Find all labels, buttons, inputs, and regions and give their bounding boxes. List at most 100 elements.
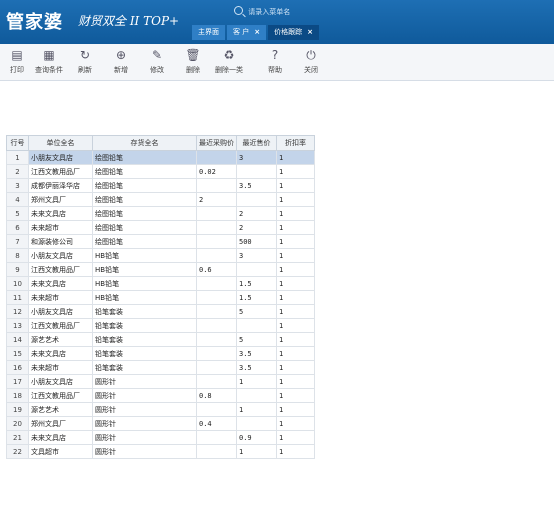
tab-2[interactable]: 价格跟踪 × bbox=[268, 25, 319, 40]
close-icon[interactable]: × bbox=[254, 28, 260, 36]
table-cell[interactable]: HB铅笔 bbox=[92, 248, 197, 263]
table-cell[interactable]: 绘图铅笔 bbox=[92, 220, 197, 235]
table-cell[interactable]: 1 bbox=[276, 234, 315, 249]
table-cell[interactable] bbox=[236, 164, 277, 179]
table-cell[interactable]: 小朋友文具店 bbox=[28, 374, 93, 389]
table-cell[interactable] bbox=[236, 388, 277, 403]
table-cell[interactable] bbox=[196, 206, 237, 221]
table-cell[interactable]: 圆形针 bbox=[92, 374, 197, 389]
table-cell[interactable]: 1 bbox=[276, 388, 315, 403]
table-cell[interactable] bbox=[236, 416, 277, 431]
table-row[interactable]: 8 小朋友文具店 HB铅笔 3 1 bbox=[6, 248, 315, 263]
table-cell[interactable] bbox=[196, 318, 237, 333]
table-cell[interactable] bbox=[196, 234, 237, 249]
table-cell[interactable]: 2 bbox=[196, 192, 237, 207]
table-row[interactable]: 18 江西文教用品厂 圆形针 0.8 1 bbox=[6, 388, 315, 403]
table-cell[interactable]: 小朋友文具店 bbox=[28, 150, 93, 165]
table-cell[interactable]: 1 bbox=[276, 304, 315, 319]
table-cell[interactable]: 圆形针 bbox=[92, 444, 197, 459]
table-cell[interactable] bbox=[196, 276, 237, 291]
table-cell[interactable]: 文具超市 bbox=[28, 444, 93, 459]
table-cell[interactable]: 小朋友文具店 bbox=[28, 248, 93, 263]
table-cell[interactable]: 1 bbox=[276, 290, 315, 305]
table-cell[interactable]: 未来文具店 bbox=[28, 276, 93, 291]
table-cell[interactable]: 铅笔套装 bbox=[92, 318, 197, 333]
table-cell[interactable] bbox=[236, 318, 277, 333]
table-cell[interactable] bbox=[196, 150, 237, 165]
table-cell[interactable]: 1 bbox=[276, 192, 315, 207]
table-cell[interactable]: 1 bbox=[276, 220, 315, 235]
column-header[interactable]: 存货全名 bbox=[92, 135, 197, 151]
toolbar-button-power[interactable]: ⏻ 关闭 bbox=[294, 47, 328, 75]
column-header[interactable]: 最近采购价 bbox=[196, 135, 237, 151]
table-cell[interactable]: 未来文具店 bbox=[28, 206, 93, 221]
table-cell[interactable]: 3.5 bbox=[236, 346, 277, 361]
table-cell[interactable]: 1 bbox=[276, 276, 315, 291]
table-cell[interactable]: 1.5 bbox=[236, 276, 277, 291]
column-header[interactable]: 折扣率 bbox=[276, 135, 315, 151]
table-cell[interactable]: 源艺艺术 bbox=[28, 402, 93, 417]
table-cell[interactable]: 1 bbox=[276, 374, 315, 389]
table-cell[interactable] bbox=[196, 304, 237, 319]
table-cell[interactable]: 铅笔套装 bbox=[92, 332, 197, 347]
table-row[interactable]: 21 未来文具店 圆形针 0.9 1 bbox=[6, 430, 315, 445]
table-row[interactable]: 17 小朋友文具店 圆形针 1 1 bbox=[6, 374, 315, 389]
column-header[interactable]: 单位全名 bbox=[28, 135, 93, 151]
table-cell[interactable]: 圆形针 bbox=[92, 430, 197, 445]
close-icon[interactable]: × bbox=[307, 28, 313, 36]
table-cell[interactable]: 未来超市 bbox=[28, 290, 93, 305]
table-cell[interactable]: 绘图铅笔 bbox=[92, 178, 197, 193]
table-cell[interactable]: 3.5 bbox=[236, 360, 277, 375]
table-cell[interactable] bbox=[196, 444, 237, 459]
table-cell[interactable]: 绘图铅笔 bbox=[92, 150, 197, 165]
table-cell[interactable]: 圆形针 bbox=[92, 416, 197, 431]
table-cell[interactable]: 江西文教用品厂 bbox=[28, 388, 93, 403]
table-row[interactable]: 15 未来文具店 铅笔套装 3.5 1 bbox=[6, 346, 315, 361]
table-row[interactable]: 14 源艺艺术 铅笔套装 5 1 bbox=[6, 332, 315, 347]
table-cell[interactable]: 铅笔套装 bbox=[92, 346, 197, 361]
toolbar-button-delete-category[interactable]: ♻ 删除一类 bbox=[212, 47, 246, 75]
table-cell[interactable]: 1 bbox=[236, 374, 277, 389]
table-cell[interactable]: 1 bbox=[276, 416, 315, 431]
table-row[interactable]: 5 未来文具店 绘图铅笔 2 1 bbox=[6, 206, 315, 221]
table-cell[interactable] bbox=[196, 220, 237, 235]
table-cell[interactable]: 1 bbox=[276, 332, 315, 347]
table-cell[interactable] bbox=[196, 360, 237, 375]
table-row[interactable]: 10 未来文具店 HB铅笔 1.5 1 bbox=[6, 276, 315, 291]
table-cell[interactable]: 3 bbox=[236, 248, 277, 263]
table-cell[interactable]: 0.4 bbox=[196, 416, 237, 431]
table-cell[interactable]: 1 bbox=[276, 402, 315, 417]
table-cell[interactable]: 未来文具店 bbox=[28, 346, 93, 361]
table-cell[interactable]: 圆形针 bbox=[92, 388, 197, 403]
table-cell[interactable]: 0.6 bbox=[196, 262, 237, 277]
table-cell[interactable]: 0.02 bbox=[196, 164, 237, 179]
table-cell[interactable]: 1 bbox=[276, 206, 315, 221]
table-cell[interactable]: 1 bbox=[276, 262, 315, 277]
table-cell[interactable] bbox=[196, 248, 237, 263]
table-row[interactable]: 12 小朋友文具店 铅笔套装 5 1 bbox=[6, 304, 315, 319]
table-cell[interactable]: 源艺艺术 bbox=[28, 332, 93, 347]
table-cell[interactable]: 绘图铅笔 bbox=[92, 206, 197, 221]
table-row[interactable]: 4 郑州文具厂 绘图铅笔 2 1 bbox=[6, 192, 315, 207]
tab-1[interactable]: 客 户 × bbox=[227, 25, 267, 40]
table-cell[interactable]: 江西文教用品厂 bbox=[28, 164, 93, 179]
table-cell[interactable] bbox=[196, 374, 237, 389]
table-cell[interactable] bbox=[196, 178, 237, 193]
table-cell[interactable]: 5 bbox=[236, 304, 277, 319]
menu-search-input[interactable]: 请录入菜单名 bbox=[234, 5, 329, 19]
table-row[interactable]: 22 文具超市 圆形针 1 1 bbox=[6, 444, 315, 459]
table-cell[interactable]: 成都伊丽泽华店 bbox=[28, 178, 93, 193]
table-row[interactable]: 7 和源装修公司 绘图铅笔 500 1 bbox=[6, 234, 315, 249]
table-cell[interactable]: 绘图铅笔 bbox=[92, 192, 197, 207]
table-cell[interactable]: 1.5 bbox=[236, 290, 277, 305]
table-cell[interactable]: 1 bbox=[276, 150, 315, 165]
toolbar-button-help[interactable]: ? 帮助 bbox=[258, 47, 292, 75]
table-cell[interactable] bbox=[236, 262, 277, 277]
table-cell[interactable]: 0.8 bbox=[196, 388, 237, 403]
table-row[interactable]: 3 成都伊丽泽华店 绘图铅笔 3.5 1 bbox=[6, 178, 315, 193]
table-row[interactable]: 6 未来超市 绘图铅笔 2 1 bbox=[6, 220, 315, 235]
table-cell[interactable]: 1 bbox=[276, 430, 315, 445]
table-cell[interactable]: 0.9 bbox=[236, 430, 277, 445]
table-row[interactable]: 9 江西文教用品厂 HB铅笔 0.6 1 bbox=[6, 262, 315, 277]
table-cell[interactable]: 绘图铅笔 bbox=[92, 164, 197, 179]
